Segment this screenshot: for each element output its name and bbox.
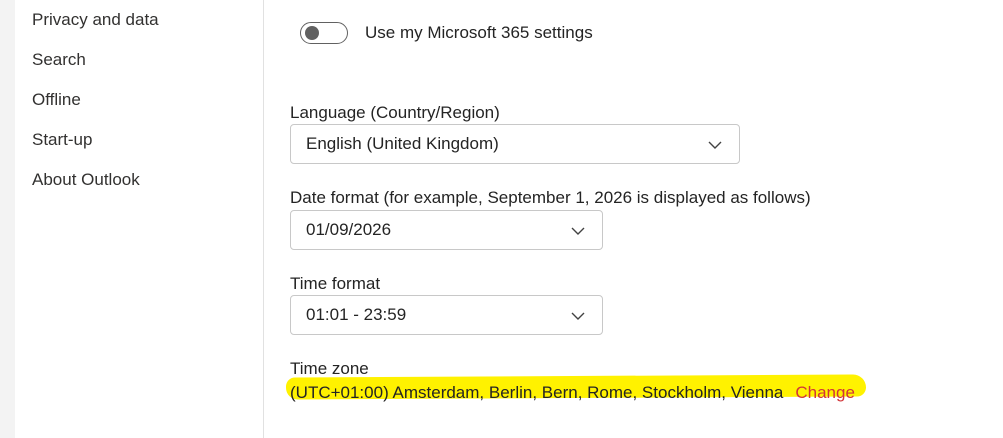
chevron-down-icon	[571, 312, 585, 320]
settings-main: Use my Microsoft 365 settings Language (…	[264, 0, 1003, 438]
chevron-down-icon	[708, 141, 722, 149]
time-zone-value: (UTC+01:00) Amsterdam, Berlin, Bern, Rom…	[290, 383, 784, 402]
date-format-dropdown[interactable]: 01/09/2026	[290, 210, 603, 250]
left-gutter	[0, 0, 15, 438]
sidebar-item-start-up[interactable]: Start-up	[32, 129, 92, 151]
sidebar-item-privacy-and-data[interactable]: Privacy and data	[32, 9, 159, 31]
sidebar-item-offline[interactable]: Offline	[32, 89, 81, 111]
language-dropdown[interactable]: English (United Kingdom)	[290, 124, 740, 164]
microsoft-365-settings-toggle[interactable]	[300, 22, 348, 44]
time-zone-row: (UTC+01:00) Amsterdam, Berlin, Bern, Rom…	[290, 382, 855, 404]
chevron-down-icon	[571, 227, 585, 235]
date-format-label: Date format (for example, September 1, 2…	[290, 188, 811, 207]
sidebar-item-about-outlook[interactable]: About Outlook	[32, 169, 140, 191]
microsoft-365-settings-row: Use my Microsoft 365 settings	[300, 20, 593, 46]
language-dropdown-value: English (United Kingdom)	[306, 134, 499, 153]
toggle-knob	[305, 26, 319, 40]
time-format-dropdown-value: 01:01 - 23:59	[306, 305, 407, 324]
sidebar-item-search[interactable]: Search	[32, 49, 86, 71]
time-format-dropdown[interactable]: 01:01 - 23:59	[290, 295, 603, 335]
time-zone-label: Time zone	[290, 359, 369, 378]
settings-sidebar: Privacy and data Search Offline Start-up…	[15, 0, 264, 438]
language-label: Language (Country/Region)	[290, 103, 500, 122]
microsoft-365-settings-label: Use my Microsoft 365 settings	[365, 23, 593, 42]
time-zone-change-link[interactable]: Change	[795, 383, 855, 402]
time-format-label: Time format	[290, 274, 381, 293]
date-format-dropdown-value: 01/09/2026	[306, 220, 392, 239]
